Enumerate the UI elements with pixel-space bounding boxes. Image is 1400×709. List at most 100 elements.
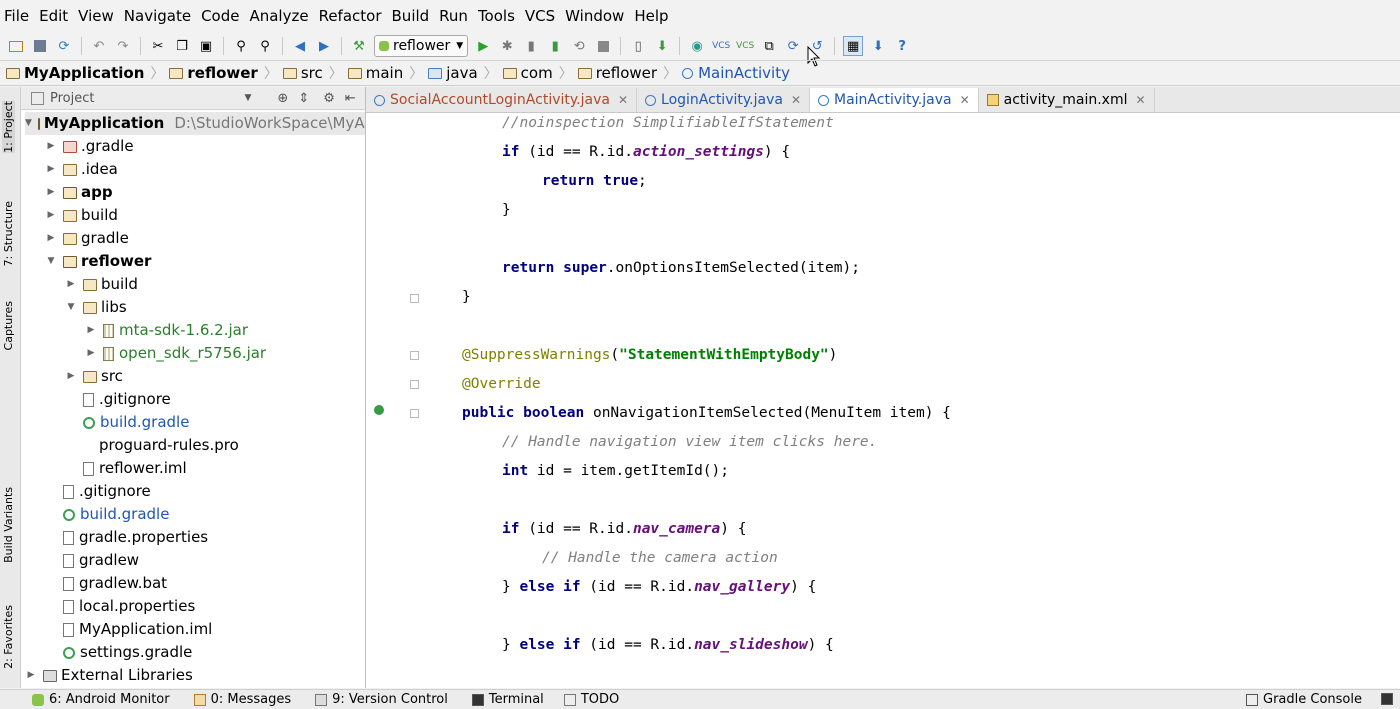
tree-row-myapplication[interactable]: ▼ MyApplication D:\StudioWorkSpace\MyApp bbox=[25, 112, 365, 135]
tree-row-dot-gradle[interactable]: ▶ .gradle bbox=[45, 135, 134, 158]
tab-login-activity[interactable]: LoginActivity.java ✕ bbox=[637, 88, 810, 112]
tool-tab-android-monitor[interactable]: 6: Android Monitor bbox=[32, 692, 170, 707]
vcs-compare-icon[interactable]: ⧉ bbox=[760, 37, 778, 55]
sdk-manager-icon[interactable]: ⬇ bbox=[653, 37, 671, 55]
tool-tab-version-control[interactable]: 9: Version Control bbox=[315, 692, 448, 707]
tool-tab-favorites[interactable]: 2: Favorites bbox=[2, 605, 15, 669]
tab-social-account-login-activity[interactable]: SocialAccountLoginActivity.java ✕ bbox=[366, 88, 638, 112]
tree-row-libs[interactable]: ▼ libs bbox=[65, 296, 127, 319]
tree-row-external-libraries[interactable]: ▶ External Libraries bbox=[25, 664, 193, 687]
avd-manager-icon[interactable]: ▯ bbox=[629, 37, 647, 55]
tool-tab-gradle-console[interactable]: Gradle Console bbox=[1246, 692, 1362, 707]
tool-tab-captures[interactable]: Captures bbox=[2, 301, 15, 350]
close-icon[interactable]: ✕ bbox=[960, 93, 970, 107]
sync-icon[interactable]: ⟳ bbox=[55, 37, 73, 55]
tree-row-gradlew-bat[interactable]: gradlew.bat bbox=[63, 572, 167, 595]
tree-row-gradlew[interactable]: gradlew bbox=[63, 549, 139, 572]
project-structure-icon[interactable]: ▦ bbox=[843, 36, 864, 56]
fold-marker-icon[interactable] bbox=[410, 351, 419, 360]
breadcrumb-item[interactable]: com bbox=[502, 64, 557, 82]
sdk-download-icon[interactable]: ⬇ bbox=[869, 37, 887, 55]
collapse-all-icon[interactable]: ⇕ bbox=[298, 91, 309, 106]
menu-code[interactable]: Code bbox=[197, 0, 245, 32]
menu-window[interactable]: Window bbox=[561, 0, 630, 32]
menu-build[interactable]: Build bbox=[388, 0, 436, 32]
breadcrumb-item[interactable]: java bbox=[428, 64, 481, 82]
tool-tab-todo[interactable]: TODO bbox=[563, 692, 619, 707]
gear-icon[interactable]: ⚙ bbox=[323, 91, 335, 106]
menu-view[interactable]: View bbox=[74, 0, 120, 32]
chevron-down-icon[interactable]: ▼ bbox=[244, 93, 251, 103]
tool-tab-build-variants[interactable]: Build Variants bbox=[2, 487, 15, 563]
tab-activity-main-xml[interactable]: activity_main.xml ✕ bbox=[979, 88, 1155, 112]
tree-row-reflower-iml[interactable]: reflower.iml bbox=[83, 457, 187, 480]
tool-tab-messages[interactable]: 0: Messages bbox=[193, 692, 291, 707]
tree-row-idea[interactable]: ▶ .idea bbox=[45, 158, 118, 181]
tool-tab-terminal[interactable]: Terminal bbox=[471, 692, 544, 707]
tree-row-root-gitignore[interactable]: .gitignore bbox=[63, 480, 151, 503]
breadcrumb-item[interactable]: reflower bbox=[577, 64, 661, 82]
tree-row-root-build-gradle[interactable]: build.gradle bbox=[63, 503, 169, 526]
menu-help[interactable]: Help bbox=[630, 0, 674, 32]
vcs-history-icon[interactable]: ⟳ bbox=[784, 37, 802, 55]
breadcrumb-item[interactable]: reflower bbox=[169, 64, 261, 82]
run-config-select[interactable]: reflower ▼ bbox=[374, 35, 469, 57]
paste-icon[interactable]: ▣ bbox=[197, 37, 215, 55]
open-folder-icon[interactable] bbox=[7, 37, 25, 55]
tree-row-reflower-gitignore[interactable]: .gitignore bbox=[83, 388, 171, 411]
replace-icon[interactable]: ⚲ bbox=[256, 37, 274, 55]
tree-row-gradle-properties[interactable]: gradle.properties bbox=[63, 526, 208, 549]
override-marker-icon[interactable] bbox=[374, 405, 384, 415]
tree-row-reflower-build-gradle[interactable]: build.gradle bbox=[83, 411, 189, 434]
menu-analyze[interactable]: Analyze bbox=[245, 0, 314, 32]
menu-vcs[interactable]: VCS bbox=[521, 0, 561, 32]
apply-changes-icon[interactable]: ▮ bbox=[546, 37, 564, 55]
fold-marker-icon[interactable] bbox=[410, 380, 419, 389]
vcs-update-icon[interactable]: VCS bbox=[712, 37, 730, 55]
tree-row-build[interactable]: ▶ build bbox=[45, 204, 118, 227]
menu-file[interactable]: File bbox=[0, 0, 35, 32]
tree-row-gradle[interactable]: ▶ gradle bbox=[45, 227, 129, 250]
tool-tab-project[interactable]: 1: Project bbox=[2, 101, 15, 153]
save-all-icon[interactable] bbox=[31, 37, 49, 55]
tree-row-myapplication-iml[interactable]: MyApplication.iml bbox=[63, 618, 212, 641]
undo-icon[interactable]: ↶ bbox=[90, 37, 108, 55]
tree-row-proguard-rules[interactable]: proguard-rules.pro bbox=[83, 434, 239, 457]
fold-marker-icon[interactable] bbox=[410, 409, 419, 418]
tree-row-app[interactable]: ▶ app bbox=[45, 181, 113, 204]
breadcrumb-item[interactable]: MyApplication bbox=[6, 64, 148, 82]
menu-navigate[interactable]: Navigate bbox=[120, 0, 197, 32]
scroll-from-source-icon[interactable]: ⊕ bbox=[277, 91, 288, 106]
tab-main-activity[interactable]: MainActivity.java ✕ bbox=[810, 88, 979, 112]
forward-icon[interactable]: ▶ bbox=[315, 37, 333, 55]
stop-icon[interactable] bbox=[594, 37, 612, 55]
event-log-icon[interactable] bbox=[1381, 693, 1393, 705]
back-icon[interactable]: ◀ bbox=[291, 37, 309, 55]
run-icon[interactable]: ▶ bbox=[474, 37, 492, 55]
tree-row-settings-gradle[interactable]: settings.gradle bbox=[63, 641, 192, 664]
breadcrumb-item[interactable]: src bbox=[282, 64, 327, 82]
tree-row-src[interactable]: ▶ src bbox=[65, 365, 123, 388]
close-icon[interactable]: ✕ bbox=[618, 93, 628, 107]
make-project-icon[interactable]: ⚒ bbox=[350, 37, 368, 55]
tool-tab-structure[interactable]: 7: Structure bbox=[2, 201, 15, 266]
copy-icon[interactable]: ❐ bbox=[173, 37, 191, 55]
code-editor[interactable]: //noinspection SimplifiableIfStatement i… bbox=[366, 113, 1400, 688]
close-icon[interactable]: ✕ bbox=[1136, 93, 1146, 107]
project-view-select[interactable]: Project bbox=[50, 91, 94, 106]
fold-marker-icon[interactable] bbox=[410, 294, 419, 303]
android-device-monitor-icon[interactable]: ◉ bbox=[688, 37, 706, 55]
breadcrumb-item[interactable]: MainActivity bbox=[682, 64, 794, 82]
hide-panel-icon[interactable]: ⇤ bbox=[345, 91, 356, 106]
tree-row-reflower[interactable]: ▼ reflower bbox=[45, 250, 152, 273]
vcs-commit-icon[interactable]: VCS bbox=[736, 37, 754, 55]
close-icon[interactable]: ✕ bbox=[791, 93, 801, 107]
tree-row-reflower-build[interactable]: ▶ build bbox=[65, 273, 138, 296]
menu-run[interactable]: Run bbox=[435, 0, 474, 32]
find-icon[interactable]: ⚲ bbox=[232, 37, 250, 55]
cut-icon[interactable]: ✂ bbox=[149, 37, 167, 55]
redo-icon[interactable]: ↷ bbox=[114, 37, 132, 55]
tree-row-open-sdk-jar[interactable]: ▶ open_sdk_r5756.jar bbox=[85, 342, 267, 365]
attach-debugger-icon[interactable]: ⟲ bbox=[570, 37, 588, 55]
tree-row-mta-sdk-jar[interactable]: ▶ mta-sdk-1.6.2.jar bbox=[85, 319, 248, 342]
